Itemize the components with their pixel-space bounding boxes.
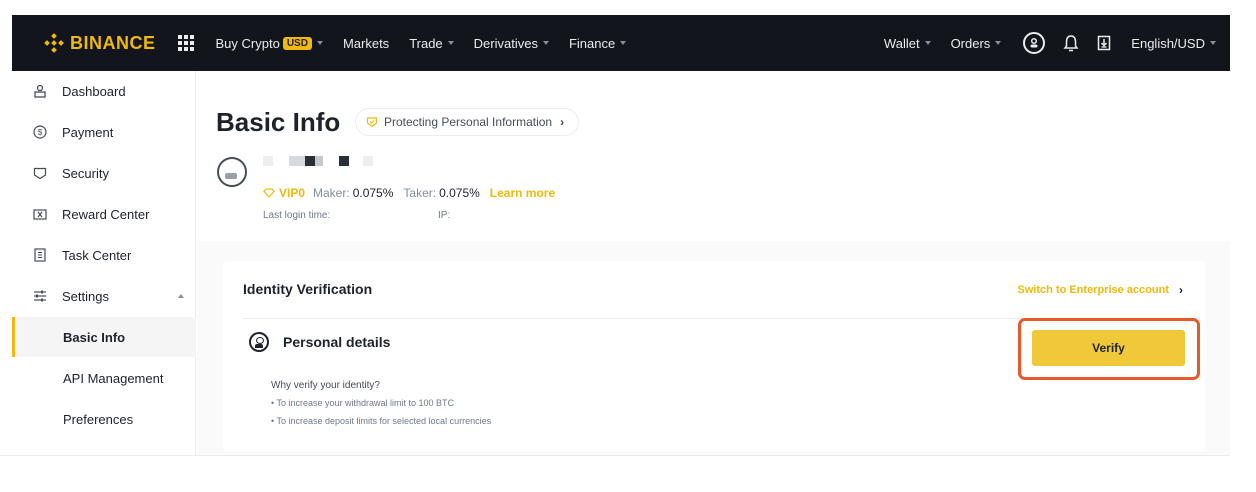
chevron-down-icon (995, 41, 1002, 45)
verify-button[interactable]: Verify (1032, 330, 1185, 366)
shield-check-icon (366, 117, 378, 128)
personal-details-icon (249, 332, 269, 352)
main-content: Basic Info Protecting Personal Informati… (197, 71, 1230, 455)
usd-badge: USD (282, 36, 312, 50)
reason-item: • To increase deposit limits for selecte… (271, 416, 492, 426)
bell-glyph (1063, 35, 1079, 52)
nav-finance-label: Finance (568, 35, 616, 51)
sidebar-item-task-center[interactable]: Task Center (12, 235, 196, 275)
nav-orders-label: Orders (950, 35, 991, 51)
chevron-up-icon (178, 294, 184, 298)
sidebar-item-label: Security (62, 165, 109, 181)
protecting-info-label: Protecting Personal Information (384, 115, 553, 129)
sidebar-item-reward-center[interactable]: Reward Center (12, 194, 196, 234)
nav-trade-label: Trade (409, 35, 443, 51)
nav-markets-label: Markets (342, 35, 390, 51)
vip-level: VIP0 (279, 186, 306, 200)
sidebar-item-label: Payment (62, 124, 114, 140)
nav-left: Buy Crypto USD Markets Trade Derivatives… (216, 36, 647, 51)
masked-username (263, 156, 443, 166)
profile-icon[interactable] (1023, 32, 1046, 54)
sidebar-item-payment[interactable]: $ Payment (12, 112, 196, 152)
sidebar-item-preferences[interactable]: Preferences (12, 399, 196, 439)
page-title: Basic Info (216, 107, 341, 137)
app-frame: BINANCE Buy Crypto USD Markets Trade Der… (12, 15, 1230, 455)
security-icon (32, 165, 48, 181)
top-navigation: BINANCE Buy Crypto USD Markets Trade Der… (12, 15, 1230, 71)
nav-wallet-label: Wallet (883, 35, 920, 51)
reward-icon (32, 206, 48, 222)
download-glyph (1098, 35, 1111, 51)
sidebar-item-label: Task Center (62, 247, 132, 263)
profile-glyph (1030, 37, 1038, 48)
nav-right: Wallet Orders English/USD (864, 15, 1216, 71)
chevron-down-icon (447, 41, 454, 45)
sidebar-item-label: Settings (62, 288, 109, 304)
chevron-down-icon (542, 41, 549, 45)
nav-finance[interactable]: Finance (568, 35, 627, 51)
task-icon (32, 247, 48, 263)
sidebar-item-label: API Management (63, 370, 164, 386)
nav-buy-crypto-label: Buy Crypto (215, 35, 280, 51)
why-verify-title: Why verify your identity? (271, 380, 380, 391)
nav-trade[interactable]: Trade (409, 35, 454, 51)
svg-text:$: $ (38, 128, 43, 137)
switch-enterprise-link[interactable]: Switch to Enterprise account › (1017, 283, 1183, 297)
nav-language[interactable]: English/USD (1131, 36, 1216, 51)
sidebar-item-label: Dashboard (62, 83, 126, 99)
identity-verification-card: Identity Verification Switch to Enterpri… (223, 261, 1205, 451)
sidebar-item-security[interactable]: Security (12, 153, 196, 193)
bell-icon[interactable] (1063, 34, 1079, 52)
maker-value: 0.075% (352, 186, 394, 200)
chevron-down-icon (316, 41, 323, 45)
personal-details-title: Personal details (283, 334, 391, 350)
chevron-down-icon (924, 41, 931, 45)
sidebar-item-basic-info[interactable]: Basic Info (12, 317, 196, 357)
avatar (217, 157, 247, 187)
reason-item: • To increase your withdrawal limit to 1… (271, 398, 455, 408)
protecting-info-link[interactable]: Protecting Personal Information › (355, 108, 580, 136)
switch-enterprise-label: Switch to Enterprise account (1017, 284, 1169, 296)
sidebar-item-settings[interactable]: Settings (12, 276, 196, 316)
nav-language-label: English/USD (1131, 35, 1205, 51)
chevron-down-icon (1210, 41, 1216, 45)
sidebar-item-dashboard[interactable]: Dashboard (12, 71, 196, 111)
diamond-icon (263, 188, 275, 198)
chevron-down-icon (620, 41, 627, 45)
profile-header: Basic Info Protecting Personal Informati… (197, 71, 1230, 241)
nav-buy-crypto[interactable]: Buy Crypto USD (216, 36, 323, 51)
chevron-right-icon: › (560, 115, 565, 129)
last-login-label: Last login time: (263, 210, 331, 221)
nav-markets[interactable]: Markets (343, 36, 389, 51)
card-title: Identity Verification (243, 281, 373, 297)
taker-value: 0.075% (439, 186, 480, 200)
binance-logo-icon (44, 33, 64, 53)
sidebar-item-api-management[interactable]: API Management (12, 358, 196, 398)
settings-icon (32, 288, 48, 304)
nav-derivatives-label: Derivatives (473, 35, 538, 51)
maker-label: Maker: (313, 186, 350, 200)
nav-orders[interactable]: Orders (951, 36, 1002, 51)
payment-icon: $ (32, 124, 48, 140)
apps-grid-icon[interactable] (177, 35, 194, 51)
taker-label: Taker: (403, 186, 437, 200)
binance-logo[interactable]: BINANCE (44, 33, 156, 54)
learn-more-link[interactable]: Learn more (490, 186, 555, 200)
chevron-right-icon: › (1179, 283, 1183, 297)
download-icon[interactable] (1097, 35, 1111, 51)
bottom-divider (0, 455, 1230, 456)
logo-text: BINANCE (70, 32, 156, 53)
ip-label: IP: (438, 210, 451, 221)
sidebar-item-label: Basic Info (63, 329, 126, 345)
sidebar: Dashboard $ Payment Security Reward Cent… (12, 71, 196, 455)
nav-wallet[interactable]: Wallet (884, 36, 931, 51)
nav-derivatives[interactable]: Derivatives (474, 36, 549, 51)
dashboard-icon (32, 83, 48, 99)
sidebar-item-label: Reward Center (62, 206, 150, 222)
vip-info: VIP0 Maker: 0.075% Taker: 0.075% Learn m… (263, 186, 555, 200)
sidebar-item-label: Preferences (63, 411, 134, 427)
